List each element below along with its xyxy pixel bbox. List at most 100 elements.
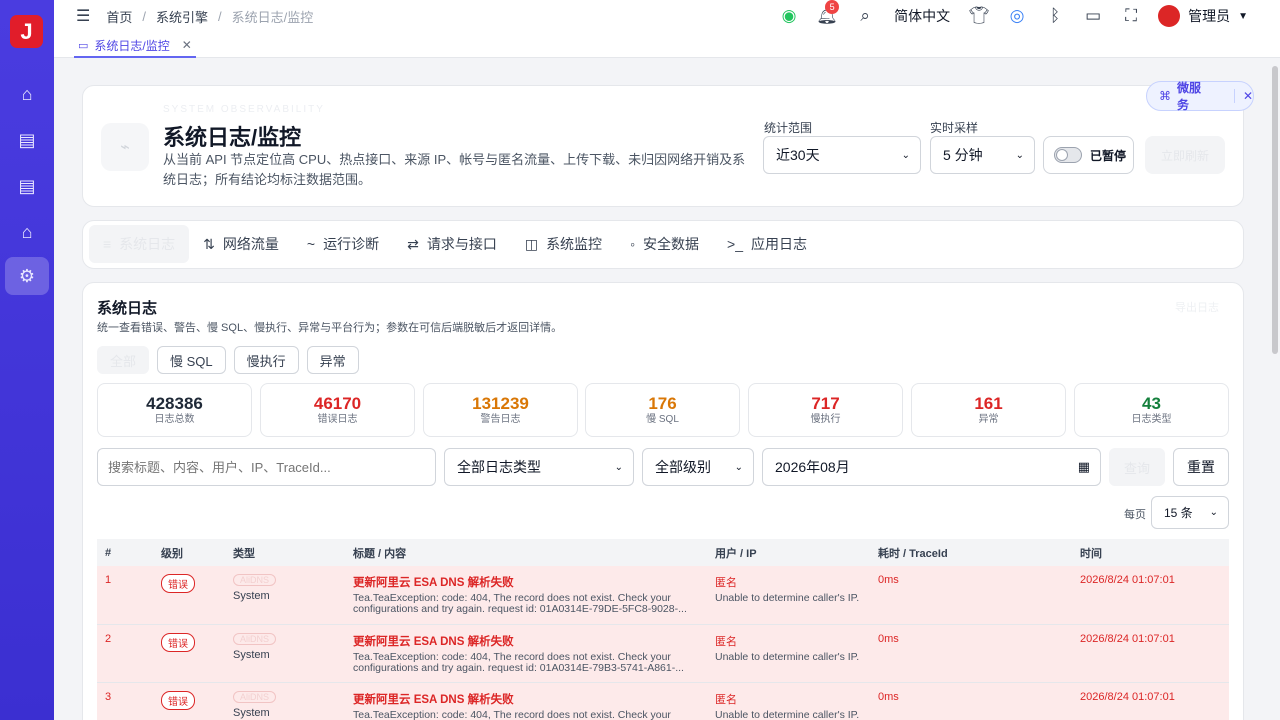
bell-icon[interactable]: 🔔︎ 5 [808,0,846,32]
row-content: 更新阿里云 ESA DNS 解析失败 Tea.TeaException: code… [345,624,707,683]
row-duration: 0ms [870,682,1072,720]
stat-value: 43 [1142,394,1161,413]
stat-total[interactable]: 428386 日志总数 [97,383,252,437]
log-type-value: 全部日志类型 [457,459,541,475]
notification-badge: 5 [825,0,840,14]
breadcrumb-current: 系统日志/监控 [231,9,314,25]
stat-log-types[interactable]: 43 日志类型 [1074,383,1229,437]
breadcrumb-engine[interactable]: 系统引擎 [156,7,208,26]
stat-label: 警告日志 [480,414,521,425]
microservice-chip[interactable]: ⌘ 微服务 ✕ [1146,81,1254,112]
shield-icon: ◦ [630,236,636,252]
filter-slow-exec[interactable]: 慢执行 [233,346,299,374]
theme-shirt-icon[interactable]: 👕︎ [960,0,998,32]
log-type-select[interactable]: 全部日志类型 ⌄ [444,448,634,486]
bluetooth-icon[interactable]: ᛒ [1036,0,1074,32]
reset-button[interactable]: 重置 [1173,448,1229,486]
query-button[interactable]: 查询 [1109,448,1165,486]
sidebar-item-files[interactable]: ▤ [5,167,49,205]
row-user: 匿名 Unable to determine caller's IP. [707,566,870,625]
row-duration: 0ms [870,566,1072,625]
nav-tabs: ≡ 系统日志 ⇅ 网络流量 ~ 运行诊断 ⇄ 请求与接口 ◫ 系统监控 ◦ 安全数据 >_ 应… [89,225,1237,263]
level-select[interactable]: 全部级别 ⌄ [642,448,754,486]
sidebar-item-docs[interactable]: ▤ [5,121,49,159]
stat-warnings[interactable]: 131239 警告日志 [423,383,578,437]
stat-value: 176 [648,394,677,413]
type-text: System [233,648,270,661]
search-input[interactable] [97,448,436,486]
tab-requests[interactable]: ⇄ 请求与接口 [393,225,511,263]
table-row[interactable]: 3 错误 AliDNS System 更新阿里云 ESA DNS 解析失败 Tea.… [97,682,1229,720]
sidebar-item-engine[interactable]: ⚙ [5,257,49,295]
column-header: 用户 / IP [707,539,870,566]
type-text: System [233,706,270,719]
tab-system-monitor[interactable]: ◫ 系统监控 [511,225,616,263]
user-menu[interactable]: 管理员 ▼ [1188,6,1248,26]
close-icon[interactable]: ✕ [1233,89,1253,103]
stat-slow-exec[interactable]: 717 慢执行 [748,383,903,437]
app-logo[interactable]: J [10,15,43,48]
stat-value: 46170 [313,394,362,413]
row-level: 错误 [153,566,225,625]
page-scrollbar[interactable] [1272,66,1278,354]
breadcrumb-separator: / [142,8,146,24]
stat-errors[interactable]: 46170 错误日志 [260,383,415,437]
row-duration: 0ms [870,624,1072,683]
log-table: # 级别 类型 标题 / 内容 用户 / IP 耗时 / TraceId 时间 … [97,539,1229,720]
stat-slow-sql[interactable]: 176 慢 SQL [585,383,740,437]
tab-runtime-diagnostics[interactable]: ~ 运行诊断 [293,225,393,263]
calendar-icon[interactable]: ▦ [1078,459,1090,475]
row-time: 2026/8/24 01:07:01 [1072,682,1229,720]
table-header-row: # 级别 类型 标题 / 内容 用户 / IP 耗时 / TraceId 时间 [97,539,1229,566]
column-header: 级别 [153,539,225,566]
sidebar-item-home2[interactable]: ⌂ [5,213,49,251]
source-tag: AliDNS [233,574,277,586]
header-icon: ⌁ [101,123,149,171]
row-level: 错误 [153,682,225,720]
per-page-value: 15 条 [1164,506,1193,520]
user-name: 管理员 [1188,8,1231,24]
sidebar-item-home[interactable]: ⌂ [5,75,49,113]
chat-icon[interactable]: ◉ [770,0,808,32]
stat-label: 异常 [978,414,999,425]
row-time: 2026/8/24 01:07:01 [1072,624,1229,683]
level-value: 全部级别 [655,459,711,475]
filter-exception[interactable]: 异常 [306,346,359,374]
export-button[interactable]: 导出日志 [1175,299,1219,315]
menu-toggle-icon[interactable]: ☰ [76,6,90,26]
filter-slow-sql[interactable]: 慢 SQL [157,346,226,374]
tab-security-data[interactable]: ◦ 安全数据 [616,225,713,263]
filter-all[interactable]: 全部 [97,346,150,374]
stat-value: 717 [811,394,840,413]
pause-toggle[interactable]: 已暂停 [1043,136,1134,174]
stat-label: 错误日志 [317,414,358,425]
stat-exceptions[interactable]: 161 异常 [911,383,1066,437]
language-switch[interactable]: 简体中文 [884,6,960,26]
header-ghost-label: SYSTEM OBSERVABILITY [163,104,325,115]
stat-label: 日志总数 [154,414,195,425]
fullscreen-icon[interactable]: ⛶ [1112,0,1150,32]
tab-network-traffic[interactable]: ⇅ 网络流量 [189,225,293,263]
terminal-icon: >_ [727,236,743,252]
breadcrumb-home[interactable]: 首页 [106,7,132,26]
refresh-button[interactable]: 立即刷新 [1145,136,1225,174]
avatar[interactable] [1150,0,1188,32]
month-picker[interactable]: 2026年08月 ▦ [762,448,1101,486]
tab-system-log[interactable]: ▭ 系统日志/监控 ✕ [74,34,196,58]
robot-icon[interactable]: ◎ [998,0,1036,32]
user-name: 匿名 [715,577,737,589]
close-icon[interactable]: ✕ [182,38,192,52]
table-row[interactable]: 2 错误 AliDNS System 更新阿里云 ESA DNS 解析失败 Tea.… [97,624,1229,683]
file-icon: ▤ [18,175,36,196]
monitor-icon[interactable]: ▭ [1074,0,1112,32]
level-badge: 错误 [161,690,195,710]
search-icon[interactable]: ⌕ [846,0,884,32]
user-name: 匿名 [715,635,737,648]
tab-system-logs[interactable]: ≡ 系统日志 [89,225,190,263]
per-page-select[interactable]: 15 条 ⌄ [1151,496,1229,529]
table-row[interactable]: 1 错误 AliDNS System 更新阿里云 ESA DNS 解析失败 Tea.… [97,566,1229,625]
tab-app-logs[interactable]: >_ 应用日志 [713,225,821,263]
tab-label: 应用日志 [751,236,807,252]
sample-select[interactable]: 5 分钟 ⌄ [930,136,1035,174]
range-select[interactable]: 近30天 ⌄ [763,136,921,174]
